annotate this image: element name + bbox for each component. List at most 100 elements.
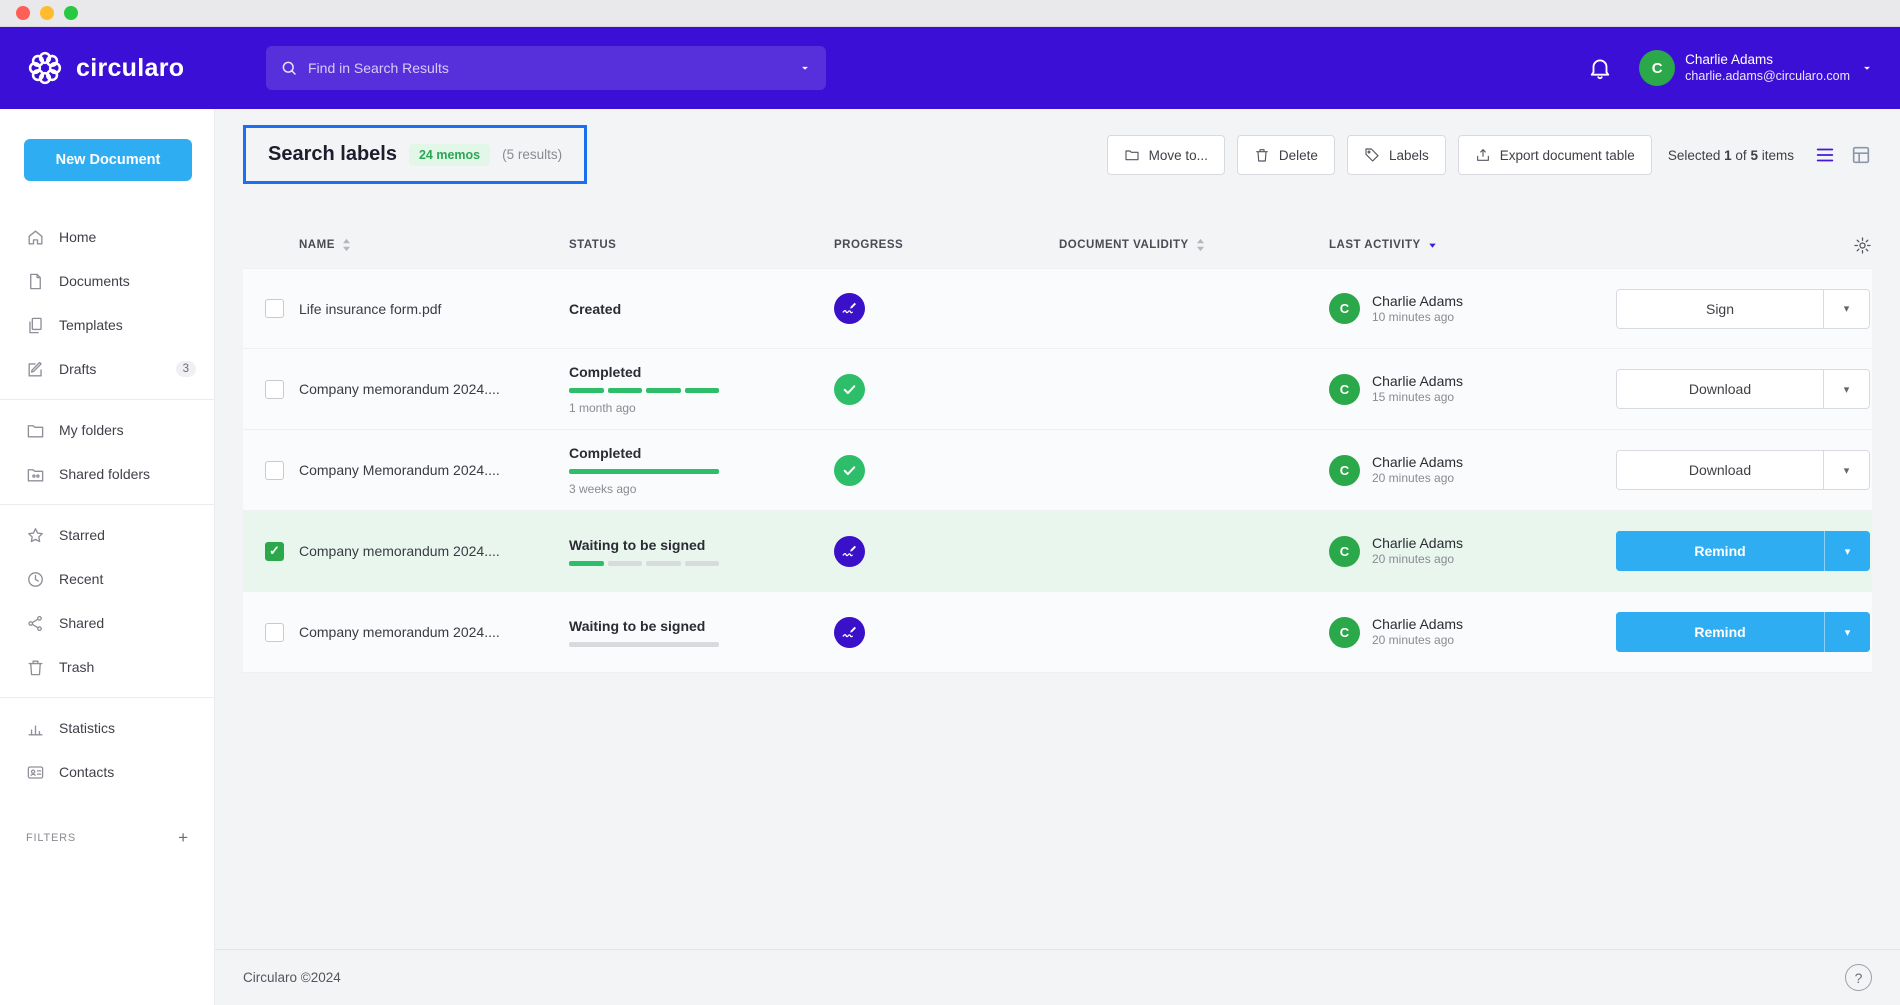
activity-user-name: Charlie Adams [1372,372,1463,390]
row-checkbox[interactable] [265,461,284,480]
column-name[interactable]: NAME [299,238,569,252]
zoom-window-button[interactable] [64,6,78,20]
add-filter-button[interactable]: + [178,828,188,848]
delete-button[interactable]: Delete [1237,135,1335,175]
delete-trash-icon [1254,147,1270,163]
check-icon [840,461,859,480]
sidebar-item-home[interactable]: Home [0,215,214,259]
row-checkbox[interactable] [265,380,284,399]
memos-count-badge: 24 memos [409,144,490,166]
brand-name: circularo [76,54,184,83]
help-button[interactable]: ? [1845,964,1872,991]
document-name[interactable]: Life insurance form.pdf [299,301,569,317]
signature-icon [840,299,859,318]
document-name[interactable]: Company Memorandum 2024.... [299,462,569,478]
remind-button[interactable]: Remind [1616,612,1824,652]
sidebar-item-statistics[interactable]: Statistics [0,706,214,750]
move-to-button[interactable]: Move to... [1107,135,1225,175]
document-name[interactable]: Company memorandum 2024.... [299,543,569,559]
row-action-group: Sign▾ [1616,289,1870,329]
download-button[interactable]: Download [1617,370,1823,408]
progress-bar [569,642,719,647]
download-button[interactable]: Download [1617,451,1823,489]
sort-icon[interactable] [1195,238,1206,252]
list-view-icon[interactable] [1814,144,1836,166]
user-email: charlie.adams@circularo.com [1685,69,1850,85]
action-dropdown-button[interactable]: ▾ [1824,531,1870,571]
document-name[interactable]: Company memorandum 2024.... [299,624,569,640]
sort-icon[interactable] [341,238,352,252]
action-dropdown-button[interactable]: ▾ [1823,451,1869,489]
template-icon [26,316,45,335]
row-checkbox[interactable]: ✓ [265,542,284,561]
sidebar-label: Recent [59,571,103,587]
document-status: Waiting to be signed [569,537,834,566]
notifications-bell-icon[interactable] [1587,55,1613,81]
brand-logo[interactable]: circularo [26,49,238,87]
row-checkbox[interactable] [265,623,284,642]
sidebar-label: Documents [59,273,130,289]
trash-icon [26,658,45,677]
sign-button[interactable]: Sign [1617,290,1823,328]
sidebar-item-drafts[interactable]: Drafts 3 [0,347,214,391]
document-status: Created [569,301,834,317]
user-menu[interactable]: C Charlie Adams charlie.adams@circularo.… [1639,50,1874,86]
sidebar-item-documents[interactable]: Documents [0,259,214,303]
table-row[interactable]: Company memorandum 2024....Completed1 mo… [243,349,1872,430]
search-input[interactable] [308,60,788,76]
signature-icon [840,542,859,561]
table-row[interactable]: Company memorandum 2024....Waiting to be… [243,592,1872,673]
sidebar-item-templates[interactable]: Templates [0,303,214,347]
grid-view-icon[interactable] [1850,144,1872,166]
progress-cell [834,293,1059,324]
share-icon [26,614,45,633]
labels-button[interactable]: Labels [1347,135,1446,175]
sidebar-item-shared-folders[interactable]: Shared folders [0,452,214,496]
document-table-rows: Life insurance form.pdfCreated C Charlie A… [243,268,1872,673]
document-name[interactable]: Company memorandum 2024.... [299,381,569,397]
table-row[interactable]: ✓ Company memorandum 2024....Waiting to b… [243,511,1872,592]
column-progress: PROGRESS [834,239,1059,251]
sidebar-item-trash[interactable]: Trash [0,645,214,689]
user-name: Charlie Adams [1685,52,1850,69]
sidebar-item-starred[interactable]: Starred [0,513,214,557]
user-avatar: C [1639,50,1675,86]
close-window-button[interactable] [16,6,30,20]
app-header: circularo C Charlie Adams charlie.adams@… [0,27,1900,109]
clock-icon [26,570,45,589]
activity-time: 10 minutes ago [1372,310,1463,326]
sort-desc-icon[interactable] [1427,240,1438,251]
action-dropdown-button[interactable]: ▾ [1823,290,1869,328]
progress-bar [569,388,719,393]
minimize-window-button[interactable] [40,6,54,20]
table-row[interactable]: Company Memorandum 2024....Completed3 we… [243,430,1872,511]
action-dropdown-button[interactable]: ▾ [1824,612,1870,652]
column-document-validity[interactable]: DOCUMENT VALIDITY [1059,238,1329,252]
row-checkbox[interactable] [265,299,284,318]
sidebar-item-recent[interactable]: Recent [0,557,214,601]
export-document-table-button[interactable]: Export document table [1458,135,1652,175]
sidebar-divider [0,399,214,400]
drafts-count-badge: 3 [176,361,196,377]
global-search[interactable] [266,46,826,90]
sidebar-item-my-folders[interactable]: My folders [0,408,214,452]
export-label: Export document table [1500,148,1635,163]
sidebar-item-contacts[interactable]: Contacts [0,750,214,794]
column-last-activity[interactable]: LAST ACTIVITY [1329,239,1609,251]
sidebar-divider [0,504,214,505]
document-status: Completed3 weeks ago [569,445,834,496]
new-document-button[interactable]: New Document [24,139,192,181]
table-settings-gear-icon[interactable] [1853,236,1872,255]
selected-count: 1 [1724,148,1732,163]
remind-button[interactable]: Remind [1616,531,1824,571]
search-dropdown-caret-icon[interactable] [798,61,812,75]
main-footer: Circularo ©2024 ? [215,949,1900,1005]
table-row[interactable]: Life insurance form.pdfCreatedCCharlie A… [243,268,1872,349]
row-action-group: Remind▾ [1616,531,1870,571]
check-icon [840,380,859,399]
activity-avatar: C [1329,455,1360,486]
action-dropdown-button[interactable]: ▾ [1823,370,1869,408]
progress-complete-icon [834,455,865,486]
sidebar-item-shared[interactable]: Shared [0,601,214,645]
move-to-label: Move to... [1149,148,1208,163]
